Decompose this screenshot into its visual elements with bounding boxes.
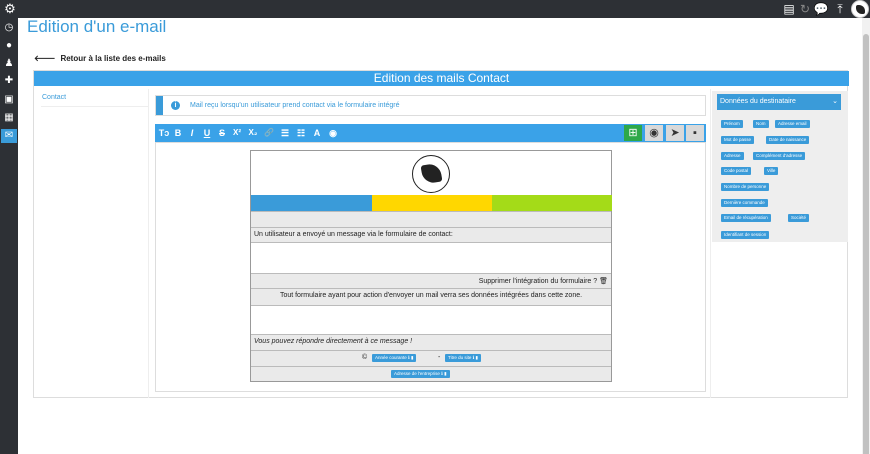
mail-address-row: Adresse de l'entreprise ℹ ▮ <box>251 366 611 381</box>
sidebar-images-icon[interactable]: ▣ <box>1 93 17 107</box>
footer-separator: - <box>438 354 441 361</box>
reply-hint-text: Vous pouvez répondre directement à ce me… <box>254 338 413 345</box>
description-box: i Mail reçu lorsqu'un utilisateur prend … <box>155 95 706 116</box>
scrollbar-thumb[interactable] <box>863 34 869 454</box>
tag-current-year-label: Année courante <box>375 355 407 360</box>
mail-blank-row <box>251 211 611 227</box>
variable-tag[interactable]: Date de naissance <box>766 136 810 144</box>
mail-notice-row: Tout formulaire ayant pour action d'envo… <box>251 288 611 305</box>
mail-footer-row: © Année courante ℹ ▮ - Titre du site ℹ ▮ <box>251 350 611 366</box>
variable-tag[interactable]: Nombre de personne <box>721 183 770 191</box>
stripe-green <box>492 195 612 211</box>
mail-intro-row: Un utilisateur a envoyé un message via l… <box>251 227 611 242</box>
mail-intro-text: Un utilisateur a envoyé un message via l… <box>254 231 453 238</box>
italic-button[interactable]: I <box>186 126 198 140</box>
sidebar-user-icon[interactable]: ● <box>1 39 17 53</box>
variable-tag[interactable]: Société <box>788 214 810 222</box>
editor-content[interactable]: Un utilisateur a envoyé un message via l… <box>155 142 706 392</box>
page-title: Edition d'un e-mail <box>27 17 167 36</box>
tag-site-title-label: Titre du site <box>448 355 472 360</box>
variable-tag[interactable]: Ville <box>764 167 779 175</box>
tab-contact[interactable]: Contact <box>41 94 149 107</box>
top-bar: ⚙ ▤ ↻ 💬 ⤒ <box>0 0 870 18</box>
tag-site-title[interactable]: Titre du site ℹ ▮ <box>445 354 482 362</box>
brand-logo <box>412 155 450 193</box>
clipboard-icon[interactable]: ▤ <box>781 1 797 17</box>
variable-tag[interactable]: Mot de passe <box>721 136 755 144</box>
variable-tag[interactable]: Identifiant de session <box>721 231 770 239</box>
underline-button[interactable]: U <box>201 126 213 140</box>
save-floppy-icon[interactable]: ▪ <box>686 125 704 141</box>
editor-area: i Mail reçu lorsqu'un utilisateur prend … <box>148 89 711 398</box>
eye-preview-icon[interactable]: ◉ <box>645 125 663 141</box>
description-text: Mail reçu lorsqu'un utilisateur prend co… <box>190 102 400 109</box>
description-accent-bar <box>156 96 163 115</box>
sidebar-users-icon[interactable]: ♟ <box>1 57 17 71</box>
upload-icon[interactable]: ⤒ <box>832 1 848 17</box>
form-notice-text: Tout formulaire ayant pour action d'envo… <box>279 292 583 299</box>
recipient-data-select-label: Données du destinataire <box>720 98 796 105</box>
mail-remove-row: Supprimer l'intégration du formulaire ? … <box>251 273 611 288</box>
stripe-yellow <box>372 195 492 211</box>
stripe-blue <box>251 195 372 211</box>
variable-tag[interactable]: Adresse <box>721 152 744 160</box>
variable-tag[interactable]: Nom <box>753 120 769 128</box>
sidebar-puzzle-icon[interactable]: ✚ <box>1 74 17 88</box>
variable-tag[interactable]: Code postal <box>721 167 752 175</box>
chat-icon[interactable]: 💬 <box>813 1 829 17</box>
user-avatar[interactable] <box>851 0 869 18</box>
variables-panel: Données du destinataire ⌄ Prénom Nom Adr… <box>712 91 848 242</box>
chevron-down-icon: ⌄ <box>832 98 838 105</box>
info-icon: i <box>171 101 180 110</box>
remove-integration-label: Supprimer l'intégration du formulaire ? <box>478 278 598 285</box>
mail-content-block[interactable] <box>251 242 611 273</box>
sidebar: ◷ ● ♟ ✚ ▣ ▦ ✉ <box>0 18 18 454</box>
sidebar-dashboard-icon[interactable]: ◷ <box>1 21 17 35</box>
editor-toolbar: Tↄ B I U S X² X₂ 🔗 ☰ ☷ A ◉ ⊞ ◉ ➤ ▪ <box>155 124 706 142</box>
trash-icon[interactable]: 🗑 <box>599 278 608 285</box>
send-plane-icon[interactable]: ➤ <box>666 125 684 141</box>
refresh-icon[interactable]: ↻ <box>797 1 813 17</box>
variable-tag[interactable]: Dernière commande <box>721 199 768 207</box>
font-color-button[interactable]: A <box>311 126 323 140</box>
strikethrough-button[interactable]: S <box>216 126 228 140</box>
page-scrollbar[interactable] <box>862 18 870 454</box>
sidebar-mail-icon[interactable]: ✉ <box>1 129 17 143</box>
tag-company-address[interactable]: Adresse de l'entreprise ℹ ▮ <box>391 370 450 378</box>
variable-tag[interactable]: Prénom <box>721 120 743 128</box>
tag-company-address-label: Adresse de l'entreprise <box>394 371 440 376</box>
panel-header: Edition des mails Contact <box>34 71 849 86</box>
variable-tag[interactable]: Complément d'adresse <box>753 152 806 160</box>
variable-tag[interactable]: Adresse email <box>775 120 810 128</box>
superscript-button[interactable]: X² <box>231 126 243 140</box>
remove-integration-button[interactable]: Supprimer l'intégration du formulaire ? … <box>479 277 608 285</box>
bullet-list-icon[interactable]: ☰ <box>279 126 291 140</box>
email-template: Un utilisateur a envoyé un message via l… <box>250 150 612 382</box>
table-grid-icon[interactable]: ⊞ <box>624 125 642 141</box>
mail-form-block[interactable] <box>251 305 611 334</box>
text-size-button[interactable]: Tↄ <box>157 126 171 140</box>
sidebar-document-icon[interactable]: ▦ <box>1 111 17 125</box>
back-link[interactable]: 🡐 Retour à la liste des e-mails <box>34 53 166 63</box>
copyright-symbol: © <box>362 354 368 361</box>
arrow-left-icon: 🡐 <box>34 54 56 63</box>
palette-icon[interactable]: ◉ <box>327 126 339 140</box>
mail-reply-row: Vous pouvez répondre directement à ce me… <box>251 334 611 350</box>
recipient-data-select[interactable]: Données du destinataire ⌄ <box>717 94 841 110</box>
ordered-list-icon[interactable]: ☷ <box>295 126 307 140</box>
bold-button[interactable]: B <box>172 126 184 140</box>
tag-current-year[interactable]: Année courante ℹ ▮ <box>372 354 417 362</box>
subscript-button[interactable]: X₂ <box>247 126 259 140</box>
link-icon[interactable]: 🔗 <box>263 126 275 140</box>
variable-tag[interactable]: Email de récupération <box>721 214 771 222</box>
app-logo-gears-icon[interactable]: ⚙ <box>2 1 18 17</box>
back-link-label: Retour à la liste des e-mails <box>60 54 166 63</box>
